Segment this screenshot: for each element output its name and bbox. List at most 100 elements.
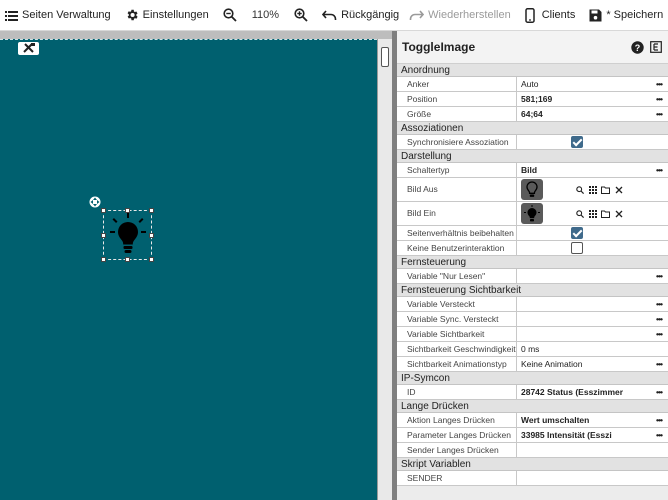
- prop-schaltertyp: Schaltertyp Bild •••: [397, 163, 668, 178]
- toolbar: Seiten Verwaltung Einstellungen 110% Rüc…: [0, 0, 668, 31]
- more-icon[interactable]: •••: [650, 413, 668, 427]
- resize-handle[interactable]: [101, 233, 106, 238]
- redo-button[interactable]: Wiederherstellen: [404, 0, 516, 31]
- more-icon[interactable]: •••: [650, 428, 668, 442]
- more-icon[interactable]: •••: [650, 297, 668, 311]
- prop-value[interactable]: [517, 443, 668, 457]
- bulb-on-thumbnail[interactable]: [521, 203, 543, 224]
- more-icon[interactable]: •••: [650, 357, 668, 371]
- lightbulb-icon: [110, 213, 146, 262]
- section-anordnung: Anordnung: [397, 64, 668, 77]
- design-canvas[interactable]: [0, 39, 377, 500]
- prop-sicht-animationstyp: Sichtbarkeit Animationstyp Keine Animati…: [397, 357, 668, 372]
- tools-icon: [22, 40, 35, 58]
- prop-value[interactable]: 0 ms: [517, 342, 668, 356]
- prop-value-text: Auto: [521, 79, 539, 89]
- sync-assoziation-checkbox[interactable]: [571, 136, 583, 148]
- properties-panel: ToggleImage ? Anordnung Anker Auto ••• Po…: [397, 31, 668, 500]
- search-icon[interactable]: [573, 185, 586, 194]
- prop-value[interactable]: Keine Animation •••: [517, 357, 668, 371]
- zoom-out-button[interactable]: [218, 0, 242, 31]
- prop-value: [517, 241, 668, 255]
- prop-value[interactable]: 581;169 •••: [517, 92, 668, 106]
- zoom-in-button[interactable]: [289, 0, 313, 31]
- resize-handle[interactable]: [149, 233, 154, 238]
- folder-icon[interactable]: [599, 210, 612, 218]
- prop-sender: SENDER: [397, 471, 668, 486]
- prop-value[interactable]: 64;64 •••: [517, 107, 668, 121]
- move-handle-icon[interactable]: [89, 196, 101, 208]
- prop-id: ID 28742 Status (Esszimmer •••: [397, 385, 668, 400]
- settings-button[interactable]: Einstellungen: [120, 0, 214, 31]
- prop-value-text: 0 ms: [521, 344, 540, 354]
- resize-handle[interactable]: [101, 257, 106, 262]
- more-icon[interactable]: •••: [650, 269, 668, 283]
- prop-var-versteckt: Variable Versteckt •••: [397, 297, 668, 312]
- more-icon[interactable]: •••: [650, 92, 668, 106]
- prop-value: [517, 226, 668, 240]
- bulb-off-thumbnail[interactable]: [521, 179, 543, 200]
- prop-value-text: 28742 Status (Esszimmer: [521, 387, 624, 397]
- prop-bild-aus: Bild Aus: [397, 178, 668, 202]
- prop-value[interactable]: Wert umschalten •••: [517, 413, 668, 427]
- folder-icon[interactable]: [599, 186, 612, 194]
- prop-bild-ein: Bild Ein: [397, 202, 668, 226]
- clients-button[interactable]: Clients: [520, 0, 581, 31]
- prop-label: Sichtbarkeit Geschwindigkeit: [397, 342, 517, 356]
- tools-button[interactable]: [18, 42, 39, 55]
- close-icon[interactable]: [612, 186, 625, 194]
- prop-value[interactable]: [517, 471, 668, 485]
- prop-value[interactable]: 33985 Intensität (Esszi •••: [517, 428, 668, 442]
- more-icon[interactable]: •••: [650, 312, 668, 326]
- zoom-in-icon: [294, 8, 308, 22]
- seitenverhaeltnis-checkbox[interactable]: [571, 227, 583, 239]
- prop-label: ID: [397, 385, 517, 399]
- prop-label: Schaltertyp: [397, 163, 517, 177]
- prop-sync-assoziation: Synchronisiere Assoziation: [397, 135, 668, 150]
- canvas-scrollbar[interactable]: [377, 39, 392, 500]
- undo-button[interactable]: Rückgängig: [317, 0, 404, 31]
- prop-label: Seitenverhältnis beibehalten: [397, 226, 517, 240]
- prop-label: Bild Aus: [397, 178, 517, 201]
- more-icon[interactable]: •••: [650, 327, 668, 341]
- search-icon[interactable]: [573, 209, 586, 218]
- section-fernsteuerung: Fernsteuerung: [397, 256, 668, 269]
- more-icon[interactable]: •••: [650, 107, 668, 121]
- resize-handle[interactable]: [149, 257, 154, 262]
- pages-button[interactable]: Seiten Verwaltung: [0, 0, 116, 31]
- save-button[interactable]: * Speichern: [584, 0, 668, 31]
- prop-value[interactable]: •••: [517, 297, 668, 311]
- prop-label: Anker: [397, 77, 517, 91]
- e-box-icon[interactable]: [650, 41, 662, 53]
- grid-icon[interactable]: [586, 209, 599, 218]
- resize-handle[interactable]: [101, 208, 106, 213]
- prop-value[interactable]: •••: [517, 327, 668, 341]
- prop-label: Aktion Langes Drücken: [397, 413, 517, 427]
- prop-value[interactable]: Auto •••: [517, 77, 668, 91]
- prop-label: Parameter Langes Drücken: [397, 428, 517, 442]
- section-darstellung: Darstellung: [397, 150, 668, 163]
- scrollbar-thumb[interactable]: [381, 47, 389, 67]
- panel-title: ToggleImage: [402, 40, 476, 54]
- prop-seitenverhaeltnis: Seitenverhältnis beibehalten: [397, 226, 668, 241]
- prop-value[interactable]: •••: [517, 312, 668, 326]
- undo-icon: [322, 9, 337, 21]
- prop-value[interactable]: Bild •••: [517, 163, 668, 177]
- prop-label: Variable Sync. Versteckt: [397, 312, 517, 326]
- prop-label: Sender Langes Drücken: [397, 443, 517, 457]
- prop-label: SENDER: [397, 471, 517, 485]
- prop-label: Bild Ein: [397, 202, 517, 225]
- grid-icon[interactable]: [586, 185, 599, 194]
- section-fernsteuerung-sichtbarkeit: Fernsteuerung Sichtbarkeit: [397, 284, 668, 297]
- question-circle-icon[interactable]: ?: [631, 40, 644, 54]
- prop-value[interactable]: •••: [517, 269, 668, 283]
- prop-value[interactable]: 28742 Status (Esszimmer •••: [517, 385, 668, 399]
- prop-label: Keine Benutzerinteraktion: [397, 241, 517, 255]
- resize-handle[interactable]: [149, 208, 154, 213]
- more-icon[interactable]: •••: [650, 163, 668, 177]
- close-icon[interactable]: [612, 210, 625, 218]
- more-icon[interactable]: •••: [650, 385, 668, 399]
- keine-interaktion-checkbox[interactable]: [571, 242, 583, 254]
- more-icon[interactable]: •••: [650, 77, 668, 91]
- prop-value-text: Wert umschalten: [521, 415, 590, 425]
